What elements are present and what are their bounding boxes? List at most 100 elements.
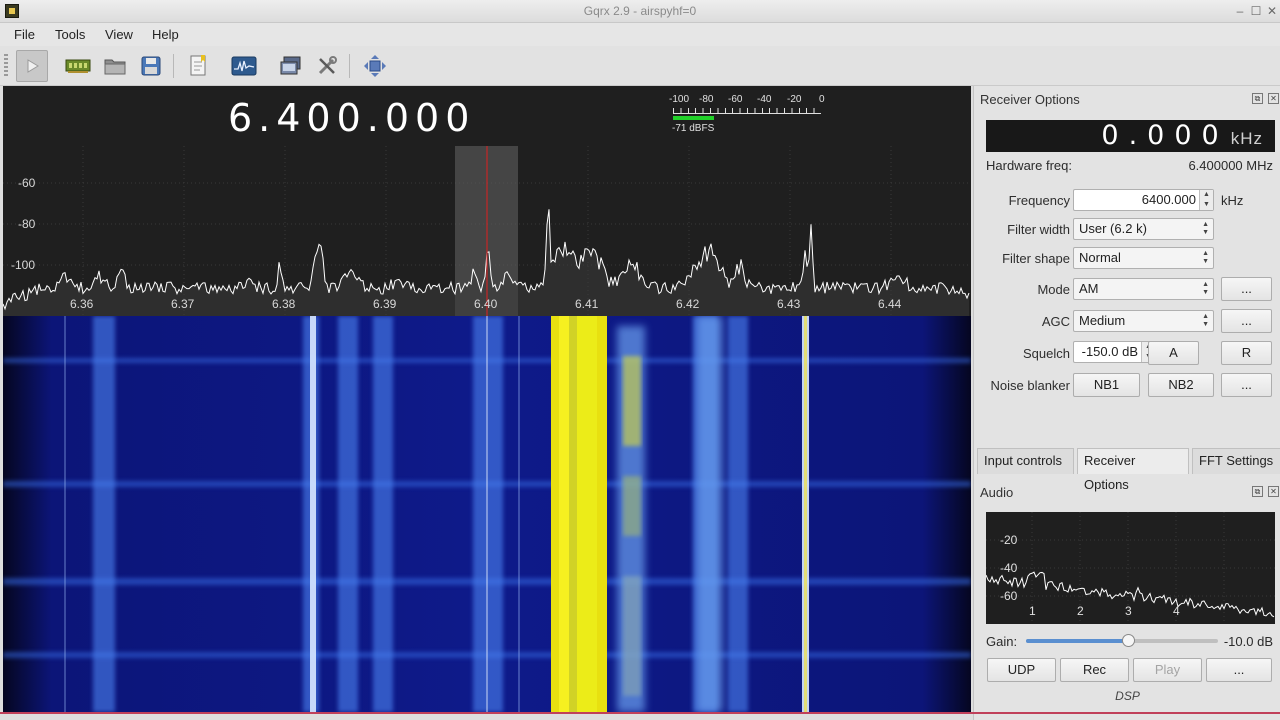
offset-value: 0.000 xyxy=(1101,120,1229,151)
hardware-freq-label: Hardware freq: xyxy=(986,158,1072,173)
remote-control-icon[interactable] xyxy=(275,50,307,82)
meter-scale-label: -80 xyxy=(699,94,714,105)
squelch-auto-button[interactable]: A xyxy=(1148,341,1199,365)
menu-view[interactable]: View xyxy=(105,27,133,42)
open-folder-icon[interactable] xyxy=(99,50,131,82)
bookmark-icon[interactable] xyxy=(182,50,214,82)
audio-header: Audio xyxy=(980,485,1014,500)
minimize-button[interactable]: – xyxy=(1233,4,1247,18)
audio-options-button[interactable]: ... xyxy=(1206,658,1272,682)
nb1-button[interactable]: NB1 xyxy=(1073,373,1140,397)
window-title: Gqrx 2.9 - airspyhf=0 xyxy=(583,4,697,18)
audio-x-label: 4 xyxy=(1173,604,1180,618)
waterfall-display[interactable] xyxy=(3,316,971,712)
udp-button[interactable]: UDP xyxy=(987,658,1056,682)
close-button[interactable]: ✕ xyxy=(1265,4,1279,18)
spin-arrows-icon[interactable]: ▲▼ xyxy=(1199,190,1213,210)
squelch-label: Squelch xyxy=(1023,346,1070,361)
toolbar-separator xyxy=(349,54,350,78)
audio-spectrum[interactable]: -20 -40 -60 1 2 3 4 xyxy=(985,512,1275,624)
squelch-spinbox[interactable]: -150.0 dB ▲▼ xyxy=(1073,341,1156,363)
fullscreen-icon[interactable] xyxy=(359,50,391,82)
menu-file[interactable]: File xyxy=(14,27,35,42)
spectrum-x-label: 6.44 xyxy=(878,297,902,311)
audio-y-label: -40 xyxy=(1000,561,1018,575)
agc-options-button[interactable]: ... xyxy=(1221,309,1272,333)
dock-tabs: Input controls Receiver Options FFT Sett… xyxy=(977,448,1280,492)
tab-receiver-options[interactable]: Receiver Options xyxy=(1077,448,1189,492)
spectrum-waterfall-panel[interactable]: 6.400.000 -100 -80 -60 -40 -20 0 -71 dBF… xyxy=(2,86,971,712)
spectrum-x-label: 6.43 xyxy=(777,297,801,311)
play-icon[interactable] xyxy=(16,50,48,82)
toolbar-grip[interactable] xyxy=(4,54,8,78)
close-dock-icon[interactable]: ✕ xyxy=(1268,486,1279,497)
noise-blanker-label: Noise blanker xyxy=(990,378,1071,393)
gain-slider[interactable] xyxy=(1026,634,1218,647)
offset-frequency-display[interactable]: 0.000 kHz xyxy=(986,120,1275,152)
spectrum-x-label: 6.38 xyxy=(272,297,296,311)
noise-blanker-options-button[interactable]: ... xyxy=(1221,373,1272,397)
settings-icon[interactable] xyxy=(311,50,343,82)
maximize-button[interactable]: ☐ xyxy=(1249,4,1263,18)
close-dock-icon[interactable]: ✕ xyxy=(1268,93,1279,104)
mode-combo[interactable]: AM ▲ ▼ xyxy=(1073,278,1214,300)
filter-shape-value: Normal xyxy=(1079,250,1121,265)
meter-bar xyxy=(673,116,821,120)
audio-y-label: -60 xyxy=(1000,589,1018,603)
float-dock-icon[interactable]: ⧉ xyxy=(1252,93,1263,104)
sdr-device-icon[interactable] xyxy=(62,50,94,82)
spectrum-x-label: 6.41 xyxy=(575,297,599,311)
audio-x-label: 3 xyxy=(1125,604,1132,618)
menu-bar: File Tools View Help xyxy=(0,23,1280,46)
meter-ticks xyxy=(673,108,821,114)
save-icon[interactable] xyxy=(135,50,167,82)
hardware-freq-value: 6.400000 MHz xyxy=(1188,158,1273,173)
meter-scale-label: -20 xyxy=(787,94,802,105)
fft-icon[interactable] xyxy=(228,50,260,82)
play-button[interactable]: Play xyxy=(1133,658,1202,682)
frequency-spinbox[interactable]: 6400.000 ▲ ▼ xyxy=(1073,189,1214,211)
filter-shape-label: Filter shape xyxy=(1002,251,1070,266)
filter-width-combo[interactable]: User (6.2 k) ▲ ▼ xyxy=(1073,218,1214,240)
meter-scale-label: -60 xyxy=(728,94,743,105)
chevron-updown-icon: ▲ ▼ xyxy=(1202,250,1209,265)
frequency-value: 6400.000 xyxy=(1141,192,1196,207)
nb2-button[interactable]: NB2 xyxy=(1148,373,1214,397)
spectrum-x-label: 6.39 xyxy=(373,297,397,311)
frequency-display[interactable]: 6.400.000 xyxy=(228,96,475,140)
menu-tools[interactable]: Tools xyxy=(55,27,85,42)
agc-label: AGC xyxy=(1041,314,1070,329)
toolbar-separator xyxy=(173,54,174,78)
chevron-updown-icon: ▲ ▼ xyxy=(1202,281,1209,296)
tab-input-controls[interactable]: Input controls xyxy=(977,448,1074,474)
dock-panel: Receiver Options ⧉ ✕ 0.000 kHz Hardware f… xyxy=(973,86,1280,720)
tab-fft-settings[interactable]: FFT Settings xyxy=(1192,448,1280,474)
spectrum-plot[interactable]: -60 -80 -100 6.36 6.37 6.38 6.39 6.40 6.… xyxy=(2,146,971,316)
chevron-updown-icon: ▲ ▼ xyxy=(1202,313,1209,328)
meter-scale-label: 0 xyxy=(819,94,825,105)
mode-options-button[interactable]: ... xyxy=(1221,277,1272,301)
frequency-label: Frequency xyxy=(1008,193,1070,208)
toolbar xyxy=(0,46,1280,86)
spectrum-y-label: -60 xyxy=(18,176,36,190)
squelch-reset-button[interactable]: R xyxy=(1221,341,1272,365)
gain-slider-handle[interactable] xyxy=(1121,634,1135,647)
gain-label: Gain: xyxy=(986,634,1018,649)
mode-label: Mode xyxy=(1037,282,1070,297)
meter-scale-label: -40 xyxy=(757,94,772,105)
filter-width-value: User (6.2 k) xyxy=(1079,221,1147,236)
agc-combo[interactable]: Medium ▲ ▼ xyxy=(1073,310,1214,332)
filter-shape-combo[interactable]: Normal ▲ ▼ xyxy=(1073,247,1214,269)
audio-x-label: 1 xyxy=(1029,604,1036,618)
receiver-options-header: Receiver Options xyxy=(980,92,1080,107)
record-button[interactable]: Rec xyxy=(1060,658,1129,682)
float-dock-icon[interactable]: ⧉ xyxy=(1252,486,1263,497)
chevron-updown-icon: ▲ ▼ xyxy=(1202,221,1209,236)
spectrum-x-label: 6.42 xyxy=(676,297,700,311)
mode-value: AM xyxy=(1079,281,1099,296)
dsp-label: DSP xyxy=(1115,689,1140,703)
meter-scale-label: -100 xyxy=(669,94,690,105)
menu-help[interactable]: Help xyxy=(152,27,179,42)
offset-unit: kHz xyxy=(1230,129,1263,148)
spectrum-x-label: 6.40 xyxy=(474,297,498,311)
